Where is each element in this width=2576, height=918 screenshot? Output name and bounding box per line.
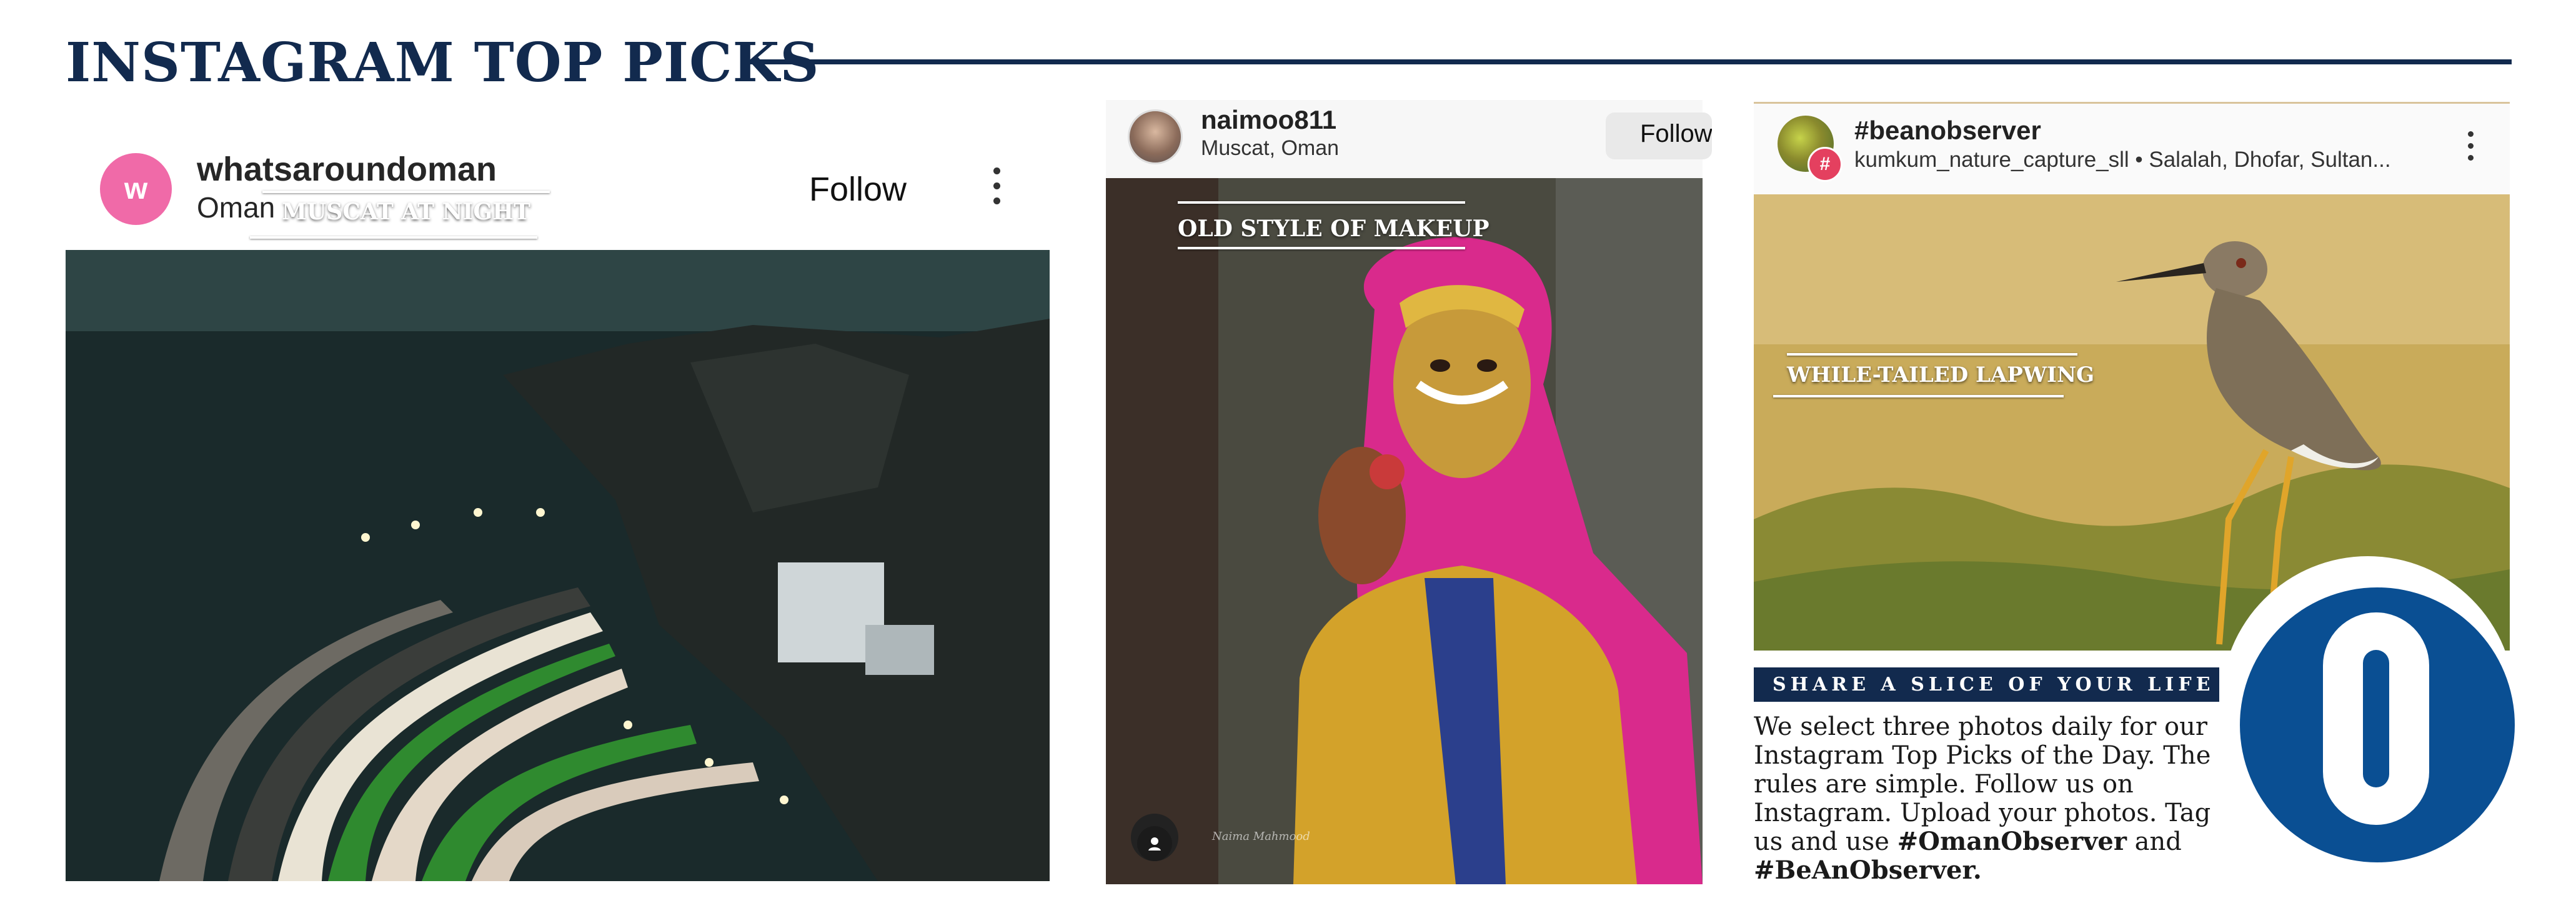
promo-text: We select three photos daily for our Ins… (1754, 712, 2241, 885)
page-title: INSTAGRAM TOP PICKS (66, 31, 820, 94)
avatar[interactable]: w (100, 153, 172, 225)
caption-rule-bottom (1773, 395, 2064, 397)
muscat-night-photo (66, 250, 1050, 881)
post-username[interactable]: whatsaroundoman (197, 150, 497, 189)
post-image-muscat[interactable] (66, 250, 1050, 881)
promo-banner: SHARE A SLICE OF YOUR LIFE (1754, 667, 2219, 702)
post-username[interactable]: #beanobserver (1854, 116, 2041, 146)
title-rule (740, 59, 2512, 64)
post-location[interactable]: Muscat, Oman (1201, 136, 1339, 161)
promo-and: and (2134, 827, 2182, 856)
follow-button[interactable]: Follow (1606, 112, 1712, 159)
caption-rule-bottom (250, 236, 537, 239)
makeup-girl-photo (1106, 178, 1703, 884)
caption-rule-top (1787, 353, 2077, 356)
caption-rule-bottom (1178, 247, 1465, 249)
watermark: Naima Mahmood (1212, 830, 1310, 843)
caption-rule-top (262, 191, 550, 193)
avatar[interactable] (1128, 109, 1183, 164)
post-location[interactable]: kumkum_nature_capture_sll • Salalah, Dho… (1854, 147, 2391, 172)
logo-letter-counter (2363, 650, 2389, 787)
more-vertical-icon[interactable] (2468, 131, 2475, 169)
camera-icon[interactable] (1137, 826, 1172, 861)
hashtag-oman-observer: #OmanObserver (1897, 827, 2127, 856)
follow-button[interactable]: Follow (809, 170, 907, 209)
hashtag-be-an-observer: #BeAnObserver. (1754, 856, 1982, 885)
photo-caption: OLD STYLE OF MAKEUP (1178, 216, 1489, 242)
post-username[interactable]: naimoo811 (1201, 105, 1336, 135)
more-vertical-icon[interactable] (993, 167, 1001, 212)
photo-caption: MUSCAT AT NIGHT (282, 199, 530, 225)
follow-label: Follow (1640, 120, 1712, 147)
caption-rule-top (1178, 201, 1465, 204)
post-image-makeup[interactable] (1106, 178, 1703, 884)
instagram-hashtag-icon: # (1808, 147, 1842, 182)
photo-caption: WHILE-TAILED LAPWING (1787, 362, 2095, 387)
